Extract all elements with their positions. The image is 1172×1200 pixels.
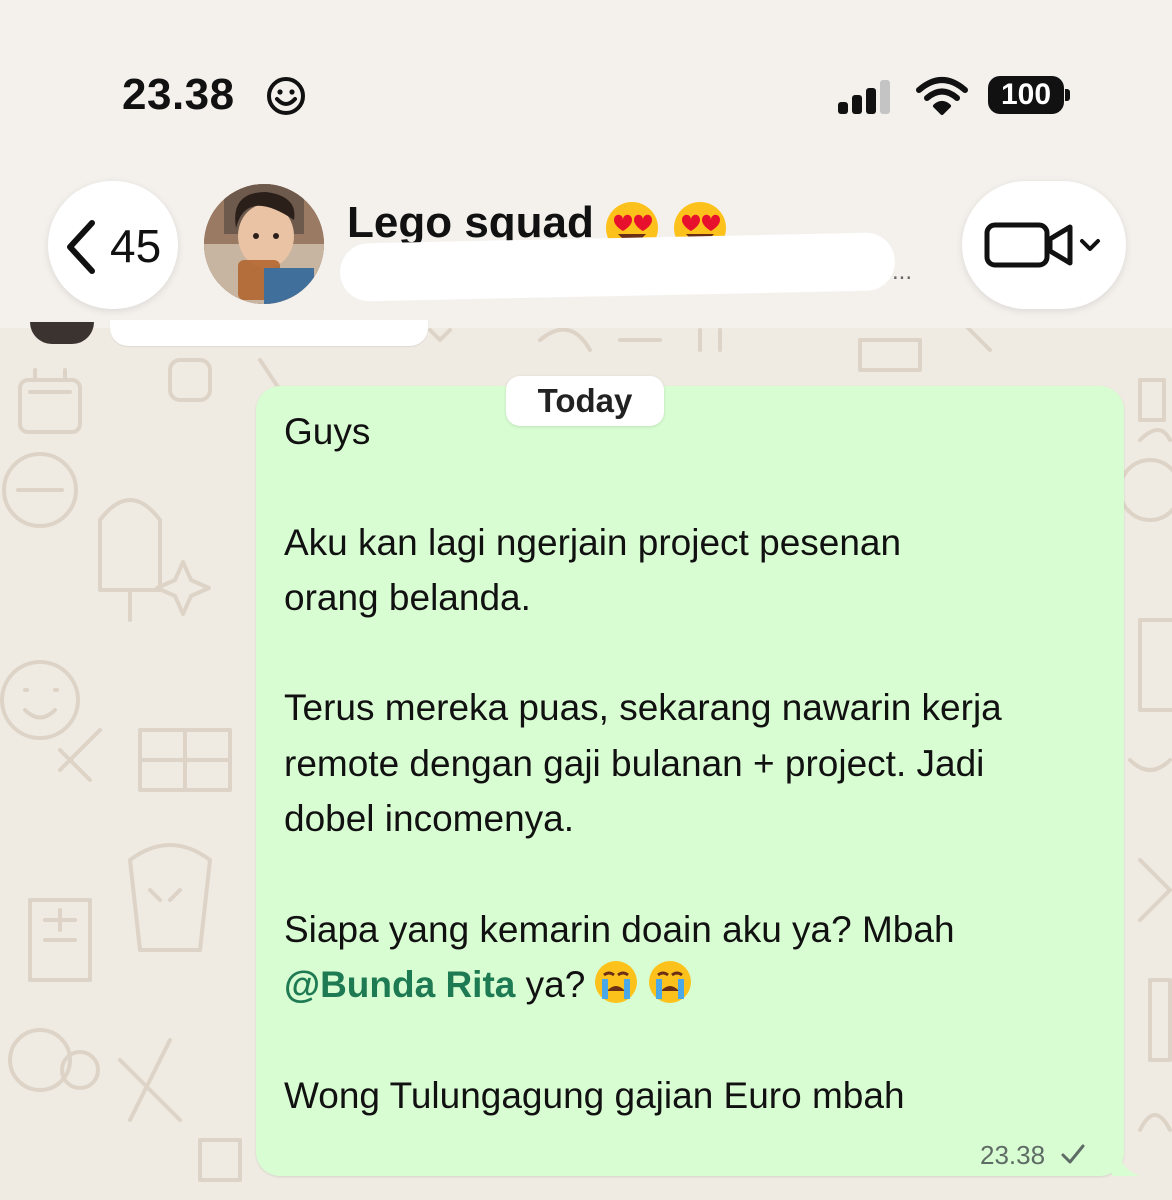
video-camera-icon [984, 222, 1100, 268]
video-call-button[interactable] [962, 181, 1126, 309]
mention-link[interactable]: @Bunda Rita [284, 964, 515, 1005]
checkmark-icon [1061, 1144, 1085, 1164]
back-button[interactable]: 45 [48, 181, 178, 309]
group-avatar[interactable] [204, 184, 324, 304]
signal-icon [838, 80, 890, 114]
message-paragraph: Aku kan lagi ngerjain project pesenan or… [284, 521, 902, 618]
message-paragraph: Siapa yang kemarin doain aku ya? Mbah [284, 908, 955, 950]
battery-tip [1065, 89, 1070, 101]
message-text: Guys Aku kan lagi ngerjain project pesen… [284, 404, 1104, 1123]
message-line: Guys [284, 411, 371, 452]
message-paragraph: Terus mereka puas, sekarang nawarin kerj… [284, 687, 1002, 840]
message-timestamp: 23.38 [980, 1140, 1046, 1170]
message-paragraph: Wong Tulungagung gajian Euro mbah [284, 1074, 905, 1116]
redacted-subtitle [339, 232, 896, 302]
crying-emoji [649, 960, 692, 1003]
message-text-fragment: ya? [515, 963, 586, 1005]
date-separator: Today [506, 376, 664, 426]
unread-count: 45 [110, 220, 162, 272]
status-time: 23.38 [122, 70, 235, 119]
battery-indicator: 100 [988, 76, 1064, 114]
avatar-photo [204, 184, 324, 304]
smiley-icon [267, 77, 305, 115]
wifi-icon [916, 77, 968, 115]
chevron-down-icon [1080, 239, 1100, 251]
chevron-left-icon [67, 220, 95, 274]
outgoing-message-bubble[interactable]: Guys Aku kan lagi ngerjain project pesen… [256, 386, 1124, 1176]
previous-message-bubble[interactable] [110, 320, 428, 346]
bubble-tail [1112, 1152, 1140, 1176]
crying-emoji [595, 960, 638, 1003]
subtitle-ellipsis: ... [892, 258, 913, 285]
